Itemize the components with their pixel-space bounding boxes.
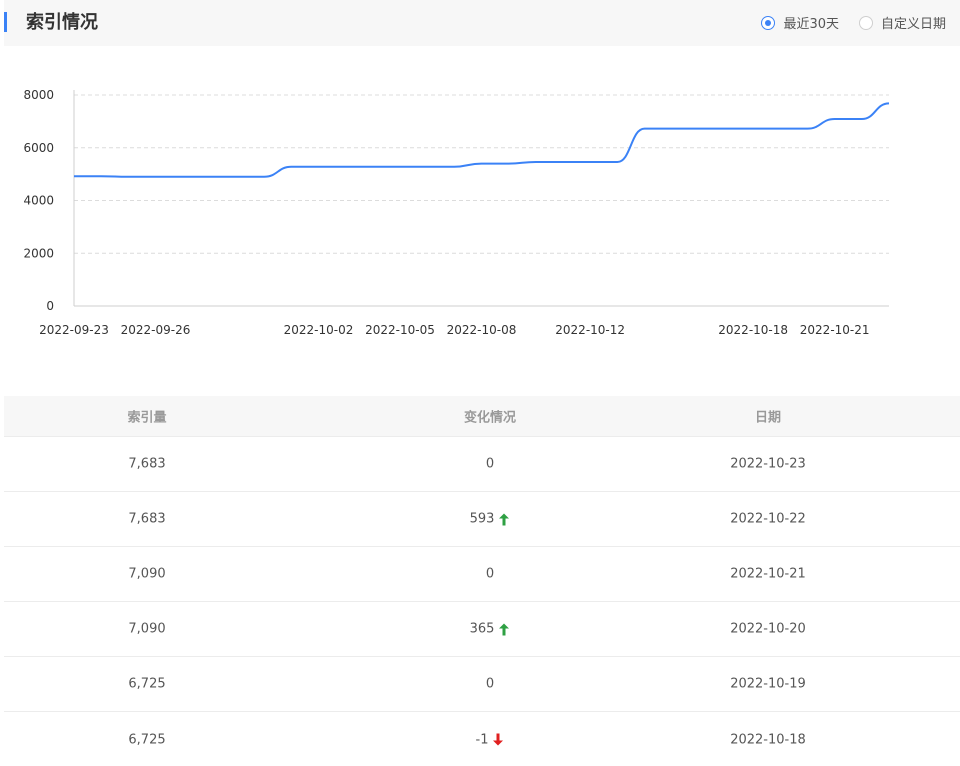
index-line-chart: 0 2000 4000 6000 8000 2022-09-23 2022-09-26 202… bbox=[0, 60, 960, 360]
cell-change: 593 bbox=[290, 512, 690, 527]
data-point bbox=[235, 175, 239, 179]
header-change-label: 变化情况 bbox=[463, 410, 516, 426]
data-point bbox=[860, 117, 864, 121]
data-point bbox=[398, 165, 402, 169]
x-tick-label: 2022-10-02 bbox=[284, 323, 354, 337]
cell-date: 2022-10-20 bbox=[730, 621, 806, 637]
data-point bbox=[480, 162, 484, 166]
x-tick-label: 2022-09-23 bbox=[39, 323, 109, 337]
table-row: 6,725 -1 2022-10-18 bbox=[4, 712, 960, 766]
data-point bbox=[262, 175, 266, 179]
header-count: 索引量 bbox=[127, 410, 167, 426]
data-point bbox=[452, 165, 456, 169]
cell-change-value: 0 bbox=[485, 676, 495, 692]
radio-last-30-days[interactable]: 最近30天 bbox=[761, 13, 839, 32]
data-point bbox=[99, 174, 103, 178]
cell-change-value: 0 bbox=[485, 456, 495, 472]
data-point bbox=[208, 175, 212, 179]
chart-svg: 0 2000 4000 6000 8000 2022-09-23 2022-09-26 202… bbox=[23, 88, 891, 337]
y-tick-label: 4000 bbox=[23, 194, 54, 208]
table-row: 7,683 593 2022-10-22 bbox=[4, 492, 960, 547]
cell-change: 0 bbox=[290, 677, 690, 692]
cell-date: 2022-10-23 bbox=[730, 456, 806, 472]
cell-count: 7,683 bbox=[128, 456, 166, 472]
cell-count: 6,725 bbox=[128, 732, 166, 747]
data-point bbox=[534, 160, 538, 164]
cell-change: 365 bbox=[290, 622, 690, 637]
data-point bbox=[724, 127, 728, 131]
series-line bbox=[74, 102, 890, 178]
cell-change: -1 bbox=[290, 732, 690, 747]
header-change: 变化情况 bbox=[290, 407, 690, 426]
data-point bbox=[751, 127, 755, 131]
index-table: 索引量 变化情况 日期 7,683 0 2022-10-23 7,683 593 2022… bbox=[4, 396, 960, 766]
table-body: 7,683 0 2022-10-23 7,683 593 2022-10-22 7,090 0… bbox=[4, 437, 960, 766]
radio-custom-date-label: 自定义日期 bbox=[880, 17, 946, 32]
radio-last-30-days-label: 最近30天 bbox=[783, 17, 839, 32]
arrow-up-icon bbox=[498, 512, 510, 526]
cell-change-value: 593 bbox=[469, 511, 495, 527]
cell-change: 0 bbox=[290, 457, 690, 472]
radio-unchecked-icon bbox=[858, 15, 873, 30]
cell-count: 7,683 bbox=[128, 511, 166, 527]
data-point bbox=[317, 165, 321, 169]
data-point bbox=[507, 162, 511, 166]
cell-count: 6,725 bbox=[128, 676, 166, 692]
cell-change-value: -1 bbox=[475, 732, 489, 747]
data-point bbox=[425, 165, 429, 169]
y-tick-label: 2000 bbox=[23, 246, 54, 260]
radio-checked-icon bbox=[761, 15, 776, 30]
data-point bbox=[588, 160, 592, 164]
data-point bbox=[833, 117, 837, 121]
radio-custom-date[interactable]: 自定义日期 bbox=[858, 13, 946, 32]
cell-change: 0 bbox=[290, 567, 690, 582]
cell-change-value: 365 bbox=[469, 621, 495, 637]
section-title: 索引情况 bbox=[26, 12, 98, 33]
data-point bbox=[154, 175, 158, 179]
cell-date: 2022-10-22 bbox=[730, 511, 806, 527]
data-point bbox=[561, 160, 565, 164]
cell-change-value: 0 bbox=[485, 566, 495, 582]
header-date: 日期 bbox=[754, 410, 781, 426]
data-point bbox=[181, 175, 185, 179]
title-accent-bar bbox=[4, 12, 7, 32]
data-point bbox=[126, 175, 130, 179]
cell-count: 7,090 bbox=[128, 621, 166, 637]
data-point bbox=[643, 127, 647, 131]
table-header: 索引量 变化情况 日期 bbox=[4, 396, 960, 437]
data-point bbox=[806, 127, 810, 131]
arrow-down-icon bbox=[492, 733, 504, 747]
table-row: 7,683 0 2022-10-23 bbox=[4, 437, 960, 492]
table-row: 7,090 0 2022-10-21 bbox=[4, 547, 960, 602]
data-point bbox=[289, 165, 293, 169]
cell-date: 2022-10-21 bbox=[730, 566, 806, 582]
data-point bbox=[615, 160, 619, 164]
data-point bbox=[371, 165, 375, 169]
x-tick-label: 2022-09-26 bbox=[121, 323, 191, 337]
x-tick-label: 2022-10-08 bbox=[447, 323, 517, 337]
data-point bbox=[72, 174, 76, 178]
table-row: 7,090 365 2022-10-20 bbox=[4, 602, 960, 657]
data-point bbox=[670, 127, 674, 131]
cell-date: 2022-10-18 bbox=[730, 732, 806, 747]
date-range-radio-group: 最近30天 自定义日期 bbox=[741, 13, 946, 32]
y-tick-label: 8000 bbox=[23, 88, 54, 102]
arrow-up-icon bbox=[498, 622, 510, 636]
y-tick-label: 6000 bbox=[23, 141, 54, 155]
data-point bbox=[887, 101, 891, 105]
x-tick-label: 2022-10-21 bbox=[800, 323, 870, 337]
x-tick-label: 2022-10-18 bbox=[718, 323, 788, 337]
x-tick-label: 2022-10-12 bbox=[555, 323, 625, 337]
cell-date: 2022-10-19 bbox=[730, 676, 806, 692]
cell-count: 7,090 bbox=[128, 566, 166, 582]
x-tick-label: 2022-10-05 bbox=[365, 323, 435, 337]
data-point bbox=[344, 165, 348, 169]
section-header: 索引情况 最近30天 自定义日期 bbox=[4, 0, 960, 46]
data-point bbox=[778, 127, 782, 131]
table-row: 6,725 0 2022-10-19 bbox=[4, 657, 960, 712]
y-tick-label: 0 bbox=[46, 299, 54, 313]
data-point bbox=[697, 127, 701, 131]
